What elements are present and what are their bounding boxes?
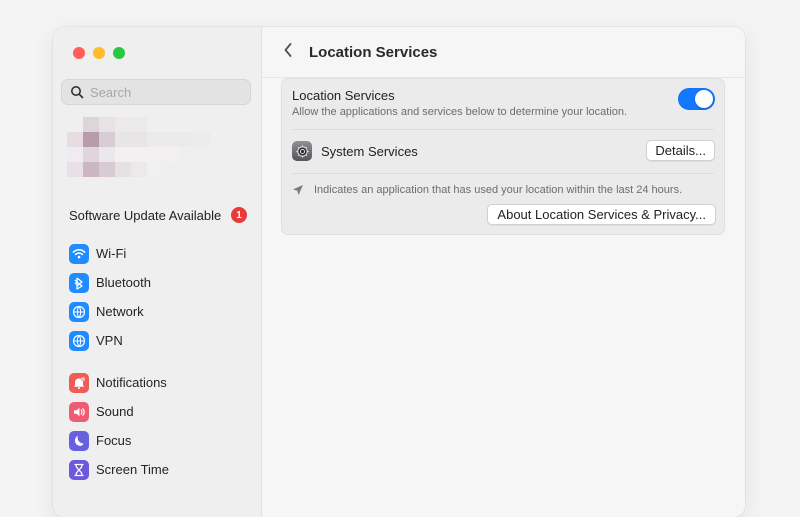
settings-window: Software Update Available 1 Wi-Fi — [53, 27, 745, 517]
page-title: Location Services — [309, 44, 438, 61]
sidebar-item-focus[interactable]: Focus — [61, 426, 253, 455]
notifications-section: Notifications Sound Focus Screen Time — [61, 368, 253, 484]
toolbar: Location Services — [262, 27, 745, 78]
sidebar: Software Update Available 1 Wi-Fi — [53, 27, 262, 517]
sidebar-item-label: VPN — [96, 333, 123, 348]
minimize-button[interactable] — [93, 47, 105, 59]
sidebar-item-vpn[interactable]: VPN — [61, 326, 253, 355]
sidebar-item-bluetooth[interactable]: Bluetooth — [61, 268, 253, 297]
network-section: Wi-Fi Bluetooth Network VPN — [61, 239, 253, 355]
back-button[interactable] — [279, 41, 297, 63]
system-services-row: System Services Details... — [292, 139, 715, 163]
toggle-knob — [695, 90, 713, 108]
software-update-item[interactable]: Software Update Available 1 — [69, 205, 247, 225]
close-button[interactable] — [73, 47, 85, 59]
sidebar-item-label: Notifications — [96, 375, 167, 390]
zoom-button[interactable] — [113, 47, 125, 59]
location-arrow-icon — [292, 184, 304, 196]
sidebar-item-label: Focus — [96, 433, 132, 448]
sidebar-item-wifi[interactable]: Wi-Fi — [61, 239, 253, 268]
sidebar-item-label: Wi-Fi — [96, 246, 127, 261]
location-services-row: Location Services Allow the applications… — [292, 87, 715, 127]
sidebar-item-network[interactable]: Network — [61, 297, 253, 326]
details-button[interactable]: Details... — [646, 140, 715, 161]
search-field[interactable] — [61, 79, 251, 105]
divider — [292, 173, 714, 174]
location-services-description: Allow the applications and services belo… — [292, 106, 628, 118]
location-services-panel: Location Services Allow the applications… — [281, 78, 725, 235]
notifications-icon — [69, 372, 89, 393]
network-icon — [69, 301, 89, 322]
sound-icon — [69, 401, 89, 422]
sidebar-item-label: Sound — [96, 404, 134, 419]
sidebar-item-label: Network — [96, 304, 144, 319]
screen-time-icon — [69, 459, 89, 480]
update-badge: 1 — [231, 207, 247, 223]
sidebar-item-label: Bluetooth — [96, 275, 151, 290]
sidebar-item-sound[interactable]: Sound — [61, 397, 253, 426]
sidebar-item-screen-time[interactable]: Screen Time — [61, 455, 253, 484]
divider — [292, 129, 714, 130]
focus-icon — [69, 430, 89, 451]
main-pane: Location Services Location Services Allo… — [262, 27, 745, 517]
vpn-icon — [69, 330, 89, 351]
chevron-left-icon — [283, 42, 293, 63]
search-input[interactable] — [90, 84, 240, 100]
location-note: Indicates an application that has used y… — [292, 182, 714, 198]
about-location-services-button[interactable]: About Location Services & Privacy... — [487, 204, 716, 225]
location-services-label: Location Services — [292, 88, 395, 103]
search-icon — [68, 83, 86, 101]
window-controls — [73, 47, 125, 59]
profile-avatar[interactable] — [67, 117, 211, 193]
system-services-label: System Services — [321, 143, 418, 159]
sidebar-item-label: Screen Time — [96, 462, 169, 477]
software-update-label: Software Update Available — [69, 207, 222, 223]
location-note-text: Indicates an application that has used y… — [314, 184, 683, 196]
location-services-toggle[interactable] — [678, 88, 715, 110]
sidebar-item-notifications[interactable]: Notifications — [61, 368, 253, 397]
wifi-icon — [69, 243, 89, 264]
bluetooth-icon — [69, 272, 89, 293]
gear-icon — [292, 141, 312, 161]
